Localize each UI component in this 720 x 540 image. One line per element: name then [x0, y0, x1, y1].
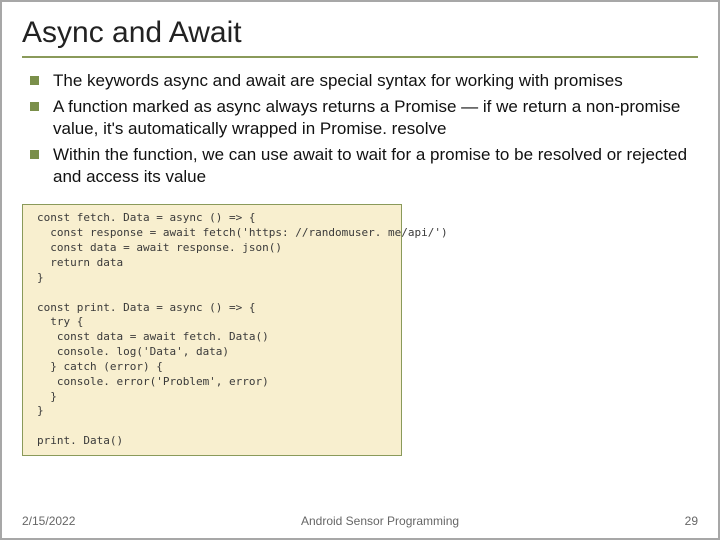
- list-item: A function marked as async always return…: [30, 96, 698, 140]
- bullet-square-icon: [30, 102, 39, 111]
- footer-page-number: 29: [685, 514, 698, 528]
- bullet-text: Within the function, we can use await to…: [53, 144, 698, 188]
- footer: 2/15/2022 Android Sensor Programming 29: [22, 514, 698, 528]
- footer-date: 2/15/2022: [22, 514, 75, 528]
- footer-course: Android Sensor Programming: [75, 514, 684, 528]
- bullet-text: A function marked as async always return…: [53, 96, 698, 140]
- slide: Async and Await The keywords async and a…: [0, 0, 720, 540]
- list-item: Within the function, we can use await to…: [30, 144, 698, 188]
- bullet-square-icon: [30, 76, 39, 85]
- code-block: const fetch. Data = async () => { const …: [22, 204, 402, 456]
- list-item: The keywords async and await are special…: [30, 70, 698, 92]
- page-title: Async and Await: [22, 16, 698, 58]
- bullet-text: The keywords async and await are special…: [53, 70, 698, 92]
- bullet-square-icon: [30, 150, 39, 159]
- bullet-list: The keywords async and await are special…: [22, 70, 698, 192]
